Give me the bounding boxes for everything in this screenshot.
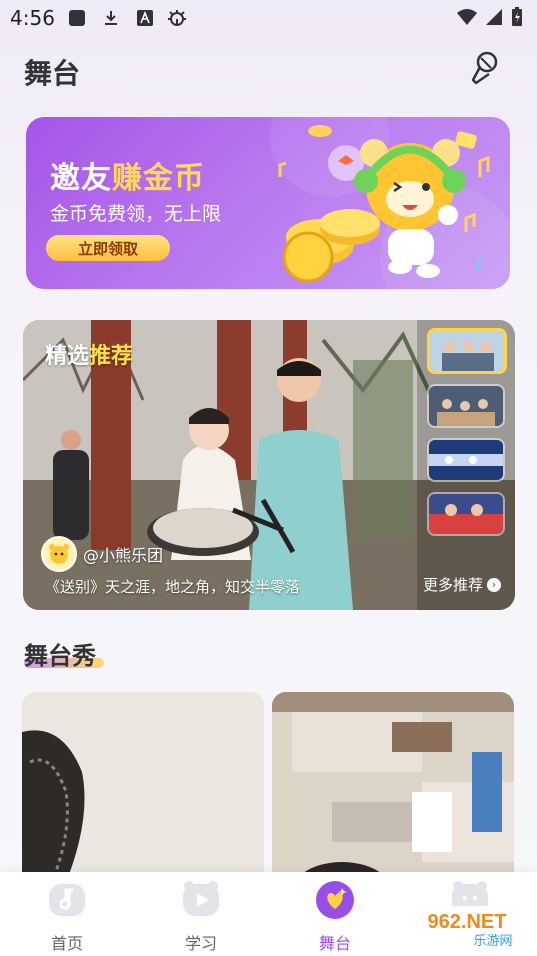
banner-illustration	[270, 117, 510, 289]
status-bar: 4:56	[0, 0, 537, 36]
card-2-thumbnail	[272, 692, 514, 892]
watermark-line2: 乐游网	[473, 934, 512, 949]
962-watermark-logo: 962.NET 乐游网	[405, 906, 529, 950]
section-title: 舞台秀	[24, 642, 96, 670]
banner-subtitle: 金币免费领，无上限	[50, 203, 222, 225]
bug-icon	[168, 10, 186, 26]
thumbnail-1[interactable]	[427, 328, 507, 374]
tab-stage[interactable]: 舞台	[285, 880, 385, 956]
card-1-thumbnail	[22, 692, 264, 892]
stage-show-card-2[interactable]	[272, 692, 514, 892]
battery-icon	[512, 7, 522, 26]
banner-title-part2: 赚金币	[112, 161, 205, 196]
thumbnail-4[interactable]	[427, 492, 505, 536]
status-time: 4:56	[10, 6, 55, 30]
page-title: 舞台	[24, 57, 81, 90]
featured-username[interactable]: @小熊乐团	[83, 542, 163, 566]
tab-learn[interactable]: 学习	[151, 880, 251, 956]
featured-caption: 《送别》天之涯，地之角，知交半零落	[45, 578, 301, 596]
banner-title: 邀友赚金币	[50, 153, 205, 197]
avatar[interactable]	[41, 536, 77, 572]
thumbnail-2[interactable]	[427, 384, 505, 428]
featured-tag-part1: 精选	[45, 344, 90, 369]
chevron-right-icon: ›	[487, 577, 501, 592]
tab-stage-label: 舞台	[318, 934, 351, 953]
status-right-icons	[457, 7, 523, 27]
tab-home-label: 首页	[50, 934, 83, 953]
featured-video-card[interactable]: 精选推荐 @小熊乐团 《送别》天之涯，地之角，知交半零落 更多推荐 ›	[23, 320, 515, 610]
a-badge-icon	[137, 10, 153, 26]
square-app-icon	[69, 10, 85, 26]
thumbnail-strip	[427, 328, 507, 558]
signal-icon	[486, 9, 502, 25]
header: 舞台	[0, 48, 537, 96]
stage-heart-icon	[316, 881, 354, 919]
more-recommendations-link[interactable]: 更多推荐 ›	[423, 574, 501, 595]
bear-avatar-icon	[49, 544, 69, 564]
banner-title-part1: 邀友	[50, 161, 112, 196]
tab-home[interactable]: 首页	[17, 880, 117, 956]
more-recommendations-label: 更多推荐	[422, 576, 483, 594]
play-icon	[183, 881, 219, 916]
wifi-icon	[457, 9, 477, 25]
claim-now-button[interactable]: 立即领取	[46, 235, 170, 261]
featured-tag: 精选推荐	[45, 338, 133, 370]
featured-user[interactable]: @小熊乐团	[41, 536, 163, 572]
download-icon	[105, 11, 117, 25]
watermark-line1: 962.NET	[428, 911, 507, 933]
music-note-icon	[49, 884, 85, 916]
tab-learn-label: 学习	[184, 934, 217, 953]
invite-banner[interactable]: 邀友赚金币 金币免费领，无上限 立即领取	[26, 117, 510, 289]
featured-tag-part2: 推荐	[89, 344, 134, 369]
thumbnail-3[interactable]	[427, 438, 505, 482]
microphone-icon[interactable]	[469, 50, 501, 86]
stage-show-card-1[interactable]	[22, 692, 264, 892]
